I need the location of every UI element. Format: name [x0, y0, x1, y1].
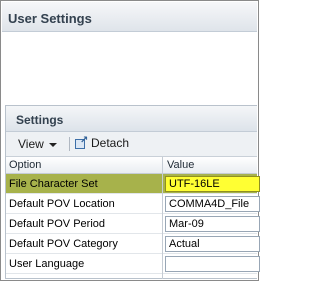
detach-label: Detach — [91, 135, 130, 150]
user-settings-window: User Settings Settings View ↗ Detach Opti… — [0, 0, 260, 281]
value-field[interactable]: Mar-09 — [165, 216, 260, 232]
detach-button[interactable]: ↗ Detach — [74, 135, 129, 150]
option-label: User Language — [9, 258, 85, 270]
option-label: Default POV Category — [9, 238, 118, 250]
table-row[interactable]: Default POV Period Mar-09 — [6, 214, 260, 234]
value-text: COMMA4D_File — [169, 198, 250, 210]
option-label: File Character Set — [9, 178, 98, 190]
page-title: User Settings — [8, 11, 92, 26]
settings-panel: Settings View ↗ Detach Option Value File … — [5, 105, 260, 279]
view-menu-button[interactable]: View — [18, 137, 57, 151]
value-field[interactable] — [165, 256, 260, 272]
value-field[interactable]: Actual — [165, 236, 260, 252]
value-text: Mar-09 — [169, 218, 204, 230]
table-row[interactable]: Default POV Location COMMA4D_File — [6, 194, 260, 214]
detach-icon: ↗ — [74, 135, 88, 150]
chevron-down-icon — [48, 142, 57, 147]
table-row[interactable]: File Character Set UTF-16LE — [6, 174, 260, 194]
option-label: Default POV Location — [9, 198, 115, 210]
toolbar-separator — [69, 137, 70, 151]
page-title-bar: User Settings — [2, 2, 257, 32]
settings-toolbar: View ↗ Detach — [6, 132, 257, 157]
value-field[interactable]: COMMA4D_File — [165, 196, 260, 212]
column-header-value[interactable]: Value — [167, 159, 194, 171]
column-divider[interactable] — [162, 157, 163, 279]
table-row[interactable]: Default POV Category Actual — [6, 234, 260, 254]
table-header-row: Option Value — [6, 157, 257, 174]
column-header-option[interactable]: Option — [9, 159, 41, 171]
value-text: Actual — [169, 238, 200, 250]
value-text: UTF-16LE — [169, 178, 220, 190]
settings-panel-title: Settings — [16, 113, 64, 127]
option-label: Default POV Period — [9, 218, 105, 230]
table-row[interactable]: User Language — [6, 254, 260, 274]
value-field[interactable]: UTF-16LE — [165, 176, 260, 192]
view-menu-label: View — [18, 137, 44, 151]
settings-panel-header: Settings — [6, 106, 257, 132]
